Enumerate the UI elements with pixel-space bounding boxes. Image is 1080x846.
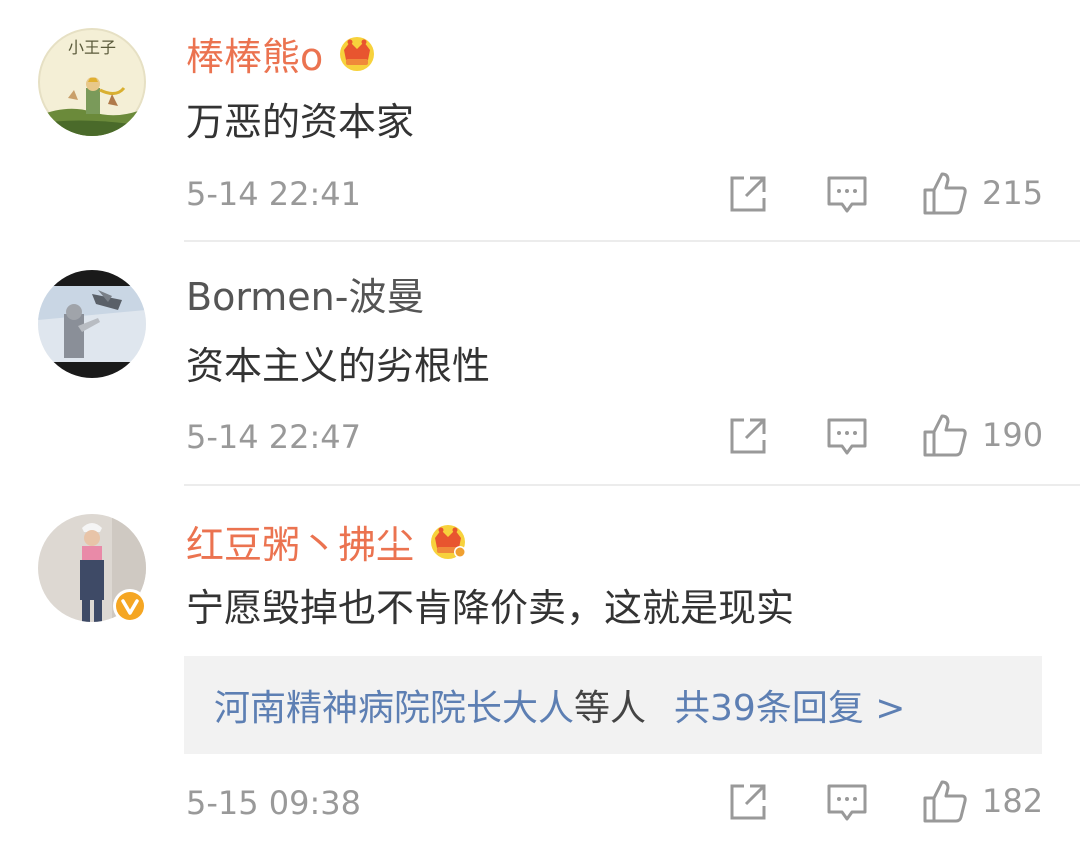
like-count: 182 [982, 782, 1044, 820]
comment-time: 5-15 09:38 [186, 784, 362, 822]
share-icon [730, 176, 766, 212]
comment-item: Bormen-波曼 资本主义的劣根性 5-14 22:47 190 [0, 242, 1080, 484]
share-button[interactable] [728, 174, 768, 214]
comment-icon [827, 784, 867, 821]
username[interactable]: 红豆粥丶拂尘 [186, 518, 470, 572]
reply-names-suffix: 等人 [574, 688, 647, 729]
comment-time: 5-14 22:41 [186, 175, 362, 213]
share-button[interactable] [728, 782, 768, 822]
thumbs-up-icon [923, 172, 967, 215]
comment-text: 宁愿毁掉也不肯降价卖，这就是现实 [186, 586, 795, 630]
username[interactable]: 棒棒熊o [186, 30, 379, 84]
username-text: 红豆粥丶拂尘 [186, 523, 415, 567]
comment-text: 资本主义的劣根性 [186, 344, 491, 388]
avatar[interactable]: 小王子 [38, 28, 146, 136]
comment-text: 万恶的资本家 [186, 100, 415, 144]
replies-summary[interactable]: 河南精神病院院长大人 等人 共39条回复 > [184, 656, 1042, 754]
share-button[interactable] [728, 416, 768, 456]
comment-icon [827, 176, 867, 213]
comment-button[interactable] [826, 782, 868, 824]
share-icon [730, 418, 766, 454]
comment-item: 红豆粥丶拂尘 宁愿毁掉也不肯降价卖，这就是现实 河南精神病院院长大人 等人 共3… [0, 486, 1080, 846]
thumbs-up-icon [923, 414, 967, 457]
like-button[interactable]: 215 [922, 170, 1043, 216]
reply-names-link[interactable]: 河南精神病院院长大人 [214, 679, 574, 731]
avatar-text: 小王子 [68, 38, 117, 57]
comment-time: 5-14 22:47 [186, 418, 362, 456]
comment-icon [827, 418, 867, 455]
username-text: 棒棒熊o [186, 35, 324, 79]
crown-icon [426, 518, 470, 572]
comment-button[interactable] [826, 174, 868, 216]
like-count: 215 [982, 174, 1044, 212]
like-count: 190 [982, 416, 1044, 454]
avatar[interactable] [38, 270, 146, 378]
view-replies-link[interactable]: 共39条回复 > [674, 679, 905, 731]
share-icon [730, 784, 766, 820]
like-button[interactable]: 190 [922, 412, 1043, 458]
comment-button[interactable] [826, 416, 868, 458]
username[interactable]: Bormen-波曼 [186, 274, 424, 320]
username-text: Bormen-波曼 [186, 275, 425, 319]
avatar[interactable] [38, 514, 148, 624]
thumbs-up-icon [923, 780, 967, 823]
comment-item: 小王子 棒棒熊o 万恶的资本家 5-14 22:41 215 [0, 0, 1080, 240]
crown-icon [335, 30, 379, 84]
like-button[interactable]: 182 [922, 778, 1043, 824]
verified-badge-icon [112, 588, 148, 624]
